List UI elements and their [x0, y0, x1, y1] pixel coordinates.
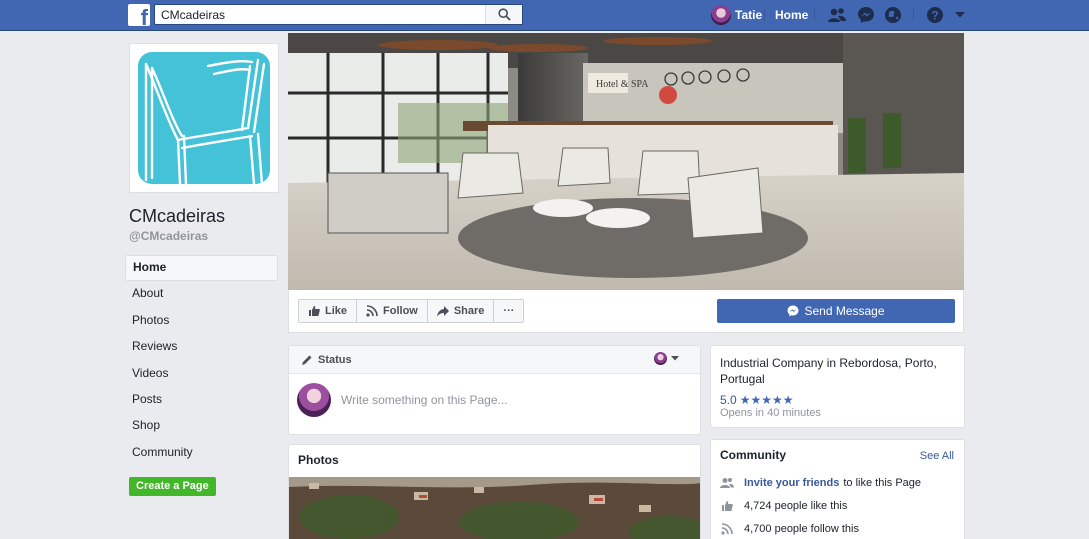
post-as-avatar	[654, 352, 667, 365]
more-dots-icon: ···	[503, 305, 515, 317]
thumbs-up-icon	[309, 306, 320, 316]
nav-profile-link[interactable]: Tatie	[711, 5, 762, 25]
invite-friends-link[interactable]: Invite your friends	[744, 477, 839, 489]
chevron-down-icon	[671, 356, 679, 361]
invite-friends-suffix: to like this Page	[843, 477, 922, 489]
star-icon: ★	[782, 393, 794, 407]
facebook-logo-icon[interactable]: f	[128, 4, 150, 26]
star-icon: ★	[739, 393, 751, 407]
composer-body[interactable]: Write something on this Page...	[289, 374, 700, 426]
composer-avatar	[297, 383, 331, 417]
nav-divider	[913, 9, 914, 21]
rating-stars: ★ ★ ★ ★ ★	[740, 394, 794, 406]
search-button[interactable]	[485, 5, 522, 24]
left-nav-item-home[interactable]: Home	[125, 255, 278, 282]
left-nav-item-about[interactable]: About	[125, 281, 278, 307]
thumbs-up-icon	[720, 499, 734, 513]
left-nav-item-shop[interactable]: Shop	[125, 413, 278, 439]
search-icon	[497, 8, 511, 21]
post-as-selector[interactable]	[654, 352, 684, 365]
star-icon: ★	[761, 393, 772, 407]
share-button[interactable]: Share	[428, 300, 495, 322]
more-options-button[interactable]: ···	[494, 300, 523, 322]
friends-icon	[720, 476, 734, 490]
logo-letter: f	[140, 5, 148, 27]
page-profile-picture[interactable]	[129, 43, 279, 193]
user-avatar	[711, 5, 731, 25]
status-composer: Status Write something on this Page...	[288, 345, 701, 435]
cmcadeiras-logo	[138, 52, 270, 184]
follow-label: Follow	[383, 305, 418, 317]
community-see-all-link[interactable]: See All	[920, 450, 954, 462]
likes-count-row: 4,724 people like this	[720, 499, 847, 513]
pencil-icon	[302, 355, 312, 365]
send-message-label: Send Message	[804, 304, 885, 318]
left-nav-item-posts[interactable]: Posts	[125, 387, 278, 413]
nav-divider	[814, 9, 815, 21]
page-left-nav: Home About Photos Reviews Videos Posts S…	[125, 255, 278, 466]
top-navbar: f Tatie Home ?	[0, 0, 1089, 31]
left-nav-item-reviews[interactable]: Reviews	[125, 334, 278, 360]
status-tab-label[interactable]: Status	[318, 354, 352, 366]
friend-requests-icon[interactable]	[827, 6, 847, 24]
opening-hours: Opens in 40 minutes	[720, 407, 821, 419]
notifications-globe-icon[interactable]	[883, 6, 903, 24]
share-label: Share	[453, 305, 485, 317]
likes-count-text[interactable]: 4,724 people like this	[744, 500, 847, 512]
about-card: Industrial Company in Rebordosa, Porto, …	[710, 345, 965, 428]
follow-button[interactable]: Follow	[357, 300, 428, 322]
svg-text:?: ?	[931, 9, 938, 23]
cover-photo[interactable]: Hotel & SPA	[288, 33, 964, 290]
star-icon: ★	[771, 393, 783, 407]
page-title[interactable]: CMcadeiras	[129, 206, 225, 227]
nav-divider	[764, 9, 765, 21]
create-page-button[interactable]: Create a Page	[129, 477, 216, 496]
left-nav-item-videos[interactable]: Videos	[125, 361, 278, 387]
rss-icon	[720, 522, 734, 536]
messenger-icon[interactable]	[856, 6, 876, 24]
photos-card-title[interactable]: Photos	[289, 445, 700, 476]
left-nav-item-photos[interactable]: Photos	[125, 308, 278, 334]
follows-count-row: 4,700 people follow this	[720, 522, 859, 536]
page-action-bar: Like Follow Share ··· Send Message	[288, 290, 964, 333]
user-name: Tatie	[735, 8, 763, 22]
invite-friends-row: Invite your friends to like this Page	[720, 476, 921, 490]
page-category-location[interactable]: Industrial Company in Rebordosa, Porto, …	[720, 355, 955, 387]
follows-count-text[interactable]: 4,700 people follow this	[744, 523, 859, 535]
composer-input-placeholder[interactable]: Write something on this Page...	[341, 393, 508, 407]
cover-hotel-sign: Hotel & SPA	[596, 79, 649, 90]
share-arrow-icon	[436, 305, 449, 316]
like-button[interactable]: Like	[299, 300, 358, 322]
community-card: Community See All Invite your friends to…	[710, 439, 965, 539]
like-label: Like	[325, 305, 348, 317]
rating-row[interactable]: 5.0 ★ ★ ★ ★ ★	[720, 393, 955, 407]
community-title: Community	[720, 448, 786, 462]
send-message-button[interactable]: Send Message	[717, 299, 955, 323]
rss-icon	[366, 305, 378, 317]
photos-card: Photos	[288, 444, 701, 539]
search-input[interactable]	[155, 5, 485, 24]
page-handle[interactable]: @CMcadeiras	[129, 229, 208, 243]
help-icon[interactable]: ?	[925, 6, 945, 24]
search-box	[154, 4, 523, 25]
nav-home-link[interactable]: Home	[775, 8, 808, 22]
rating-value: 5.0	[720, 393, 737, 407]
messenger-bubble-icon	[787, 305, 799, 317]
composer-header: Status	[289, 346, 700, 374]
action-button-group: Like Follow Share ···	[298, 299, 525, 323]
left-nav-item-community[interactable]: Community	[125, 440, 278, 466]
photo-thumbnail[interactable]	[289, 477, 701, 539]
account-menu-chevron-icon[interactable]	[950, 6, 970, 24]
star-icon: ★	[750, 393, 762, 407]
